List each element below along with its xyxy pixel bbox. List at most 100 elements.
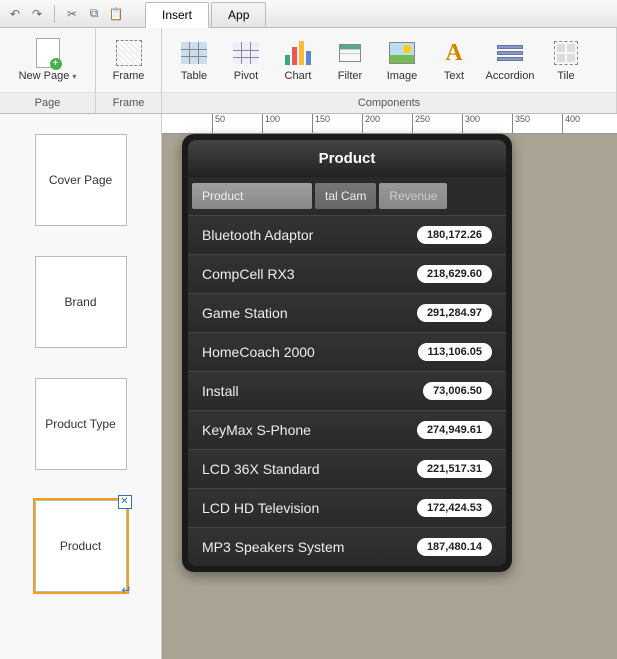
- table-label: Table: [181, 70, 207, 82]
- return-icon[interactable]: ↵: [121, 583, 131, 597]
- pivot-icon: [233, 42, 259, 64]
- ruler-tick: 50: [212, 114, 225, 133]
- ruler-tick: 200: [362, 114, 380, 133]
- list-item[interactable]: Install 73,006.50: [188, 371, 506, 410]
- widget-filter-bar: Product tal Cam Revenue: [188, 177, 506, 215]
- list-item[interactable]: Game Station 291,284.97: [188, 293, 506, 332]
- ribbon-group-page-label: Page: [0, 92, 95, 113]
- page-thumb-label: Product Type: [45, 417, 116, 431]
- text-label: Text: [444, 70, 464, 82]
- quick-access-toolbar: ↶ ↷ ✂ ⧉ 📋 Insert App: [0, 0, 617, 28]
- tile-label: Tile: [557, 70, 574, 82]
- ruler-tick: 150: [312, 114, 330, 133]
- widget-list: Bluetooth Adaptor 180,172.26 CompCell RX3 2…: [188, 215, 506, 566]
- tab-app[interactable]: App: [211, 2, 266, 27]
- product-name: CompCell RX3: [202, 266, 295, 282]
- tab-insert[interactable]: Insert: [145, 2, 209, 28]
- page-thumb-product-type[interactable]: Product Type: [35, 378, 127, 470]
- list-item[interactable]: MP3 Speakers System 187,480.14: [188, 527, 506, 566]
- cut-icon[interactable]: ✂: [63, 5, 81, 23]
- product-widget[interactable]: Product Product tal Cam Revenue Bluetoot…: [182, 134, 512, 572]
- accordion-label: Accordion: [486, 70, 535, 82]
- undo-icon[interactable]: ↶: [6, 5, 24, 23]
- canvas[interactable]: 50 100 150 200 250 300 350 400 Product Product …: [162, 114, 617, 659]
- product-value: 221,517.31: [417, 460, 492, 478]
- workspace: Cover Page Brand Product Type Product ✕ …: [0, 114, 617, 659]
- chevron-down-icon: ▾: [72, 72, 76, 81]
- new-page-button[interactable]: + New Page ▾: [24, 38, 72, 82]
- accordion-icon: [497, 45, 523, 61]
- page-thumb-label: Cover Page: [49, 173, 112, 187]
- product-value: 218,629.60: [417, 265, 492, 283]
- filter-chip-revenue[interactable]: Revenue: [379, 183, 447, 209]
- chart-button[interactable]: Chart: [274, 38, 322, 82]
- product-value: 180,172.26: [417, 226, 492, 244]
- separator: [54, 5, 55, 23]
- frame-label: Frame: [113, 70, 145, 82]
- new-page-label: New Page: [19, 70, 70, 82]
- table-button[interactable]: Table: [170, 38, 218, 82]
- list-item[interactable]: CompCell RX3 218,629.60: [188, 254, 506, 293]
- ruler-tick: 400: [562, 114, 580, 133]
- frame-button[interactable]: Frame: [105, 38, 153, 82]
- chart-label: Chart: [285, 70, 312, 82]
- product-name: Bluetooth Adaptor: [202, 227, 313, 243]
- list-item[interactable]: LCD HD Television172,424.53: [188, 488, 506, 527]
- ruler-tick: 300: [462, 114, 480, 133]
- ruler-horizontal: 50 100 150 200 250 300 350 400: [162, 114, 617, 134]
- copy-icon[interactable]: ⧉: [85, 5, 103, 23]
- product-name: KeyMax S-Phone: [202, 422, 311, 438]
- paste-icon[interactable]: 📋: [107, 5, 125, 23]
- page-thumb-label: Brand: [64, 295, 96, 309]
- product-name: Install: [202, 383, 239, 399]
- list-item[interactable]: LCD 36X Standard 221,517.31: [188, 449, 506, 488]
- chart-icon: [285, 41, 311, 65]
- page-thumb-cover[interactable]: Cover Page: [35, 134, 127, 226]
- image-label: Image: [387, 70, 418, 82]
- filter-label: Filter: [338, 70, 362, 82]
- ruler-tick: 100: [262, 114, 280, 133]
- product-value: 274,949.61: [417, 421, 492, 439]
- product-name: HomeCoach 2000: [202, 344, 315, 360]
- list-item[interactable]: HomeCoach 2000 113,106.05: [188, 332, 506, 371]
- ribbon-group-components-label: Components: [162, 92, 616, 113]
- ruler-tick: 350: [512, 114, 530, 133]
- product-value: 291,284.97: [417, 304, 492, 322]
- ruler-tick: 250: [412, 114, 430, 133]
- page-tray: Cover Page Brand Product Type Product ✕ …: [0, 114, 162, 659]
- filter-chip-product[interactable]: Product: [192, 183, 312, 209]
- redo-icon[interactable]: ↷: [28, 5, 46, 23]
- product-value: 187,480.14: [417, 538, 492, 556]
- text-icon: A: [445, 40, 462, 67]
- accordion-button[interactable]: Accordion: [482, 38, 538, 82]
- image-icon: [389, 42, 415, 64]
- pivot-label: Pivot: [234, 70, 258, 82]
- list-item[interactable]: Bluetooth Adaptor 180,172.26: [188, 215, 506, 254]
- image-button[interactable]: Image: [378, 38, 426, 82]
- table-icon: [181, 42, 207, 64]
- filter-button[interactable]: Filter: [326, 38, 374, 82]
- product-name: LCD 36X Standard: [202, 461, 320, 477]
- product-value: 73,006.50: [423, 382, 492, 400]
- filter-icon: [339, 44, 361, 62]
- plus-icon: +: [50, 58, 62, 70]
- page-thumb-brand[interactable]: Brand: [35, 256, 127, 348]
- text-button[interactable]: A Text: [430, 38, 478, 82]
- page-thumb-product[interactable]: Product ✕ ↵: [35, 500, 127, 592]
- product-value: 172,424.53: [417, 499, 492, 517]
- filter-chip-category[interactable]: tal Cam: [315, 183, 376, 209]
- list-item[interactable]: KeyMax S-Phone 274,949.61: [188, 410, 506, 449]
- ribbon: + New Page ▾ Page Frame Frame Table Pivo…: [0, 28, 617, 114]
- product-name: MP3 Speakers System: [202, 539, 344, 555]
- pivot-button[interactable]: Pivot: [222, 38, 270, 82]
- ribbon-group-frame-label: Frame: [96, 92, 161, 113]
- close-icon[interactable]: ✕: [118, 495, 132, 509]
- product-name: Game Station: [202, 305, 288, 321]
- tile-icon: [554, 41, 578, 65]
- frame-icon: [116, 40, 142, 66]
- tile-button[interactable]: Tile: [542, 38, 590, 82]
- page-icon: +: [36, 38, 60, 68]
- widget-title: Product: [188, 140, 506, 177]
- product-value: 113,106.05: [418, 343, 492, 361]
- page-thumb-label: Product: [60, 539, 101, 553]
